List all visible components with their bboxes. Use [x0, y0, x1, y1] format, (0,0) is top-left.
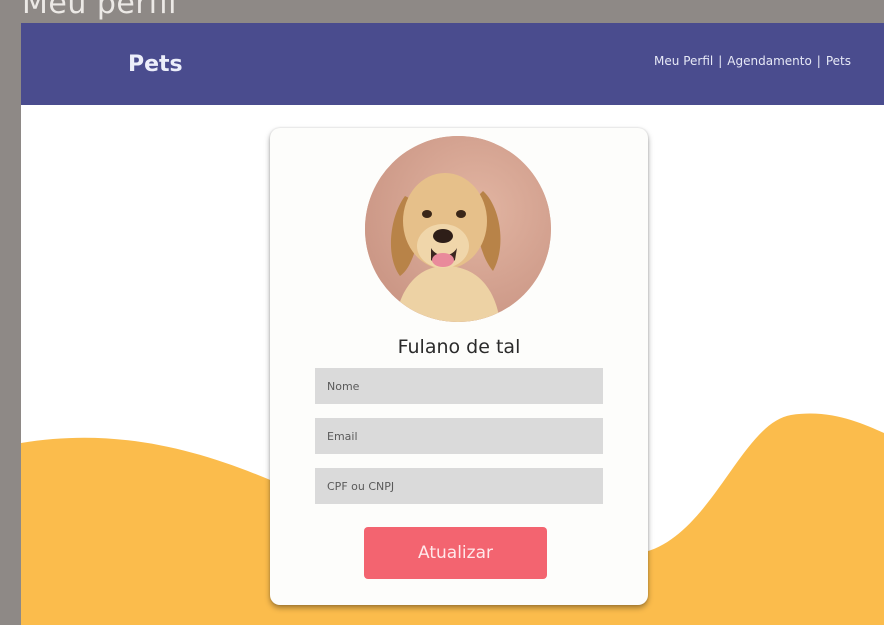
- nav-link-pets[interactable]: Pets: [826, 54, 851, 68]
- cpf-cnpj-field[interactable]: [315, 468, 603, 504]
- email-field[interactable]: [315, 418, 603, 454]
- nav-separator: |: [718, 54, 723, 68]
- navbar: Pets Meu Perfil | Agendamento | Pets: [21, 23, 884, 105]
- profile-name: Fulano de tal: [397, 336, 521, 358]
- brand-logo[interactable]: Pets: [128, 52, 183, 77]
- nav-link-meu-perfil[interactable]: Meu Perfil: [654, 54, 713, 68]
- nav-links: Meu Perfil | Agendamento | Pets: [654, 54, 851, 68]
- nav-link-agendamento[interactable]: Agendamento: [727, 54, 812, 68]
- app-window: Pets Meu Perfil | Agendamento | Pets Ful…: [21, 23, 884, 625]
- window-title: Meu perfil: [22, 0, 177, 21]
- profile-card: Fulano de tal Atualizar: [270, 128, 648, 605]
- update-button[interactable]: Atualizar: [364, 527, 547, 579]
- dog-avatar-icon: [365, 136, 551, 322]
- name-field[interactable]: [315, 368, 603, 404]
- nav-separator: |: [816, 54, 821, 68]
